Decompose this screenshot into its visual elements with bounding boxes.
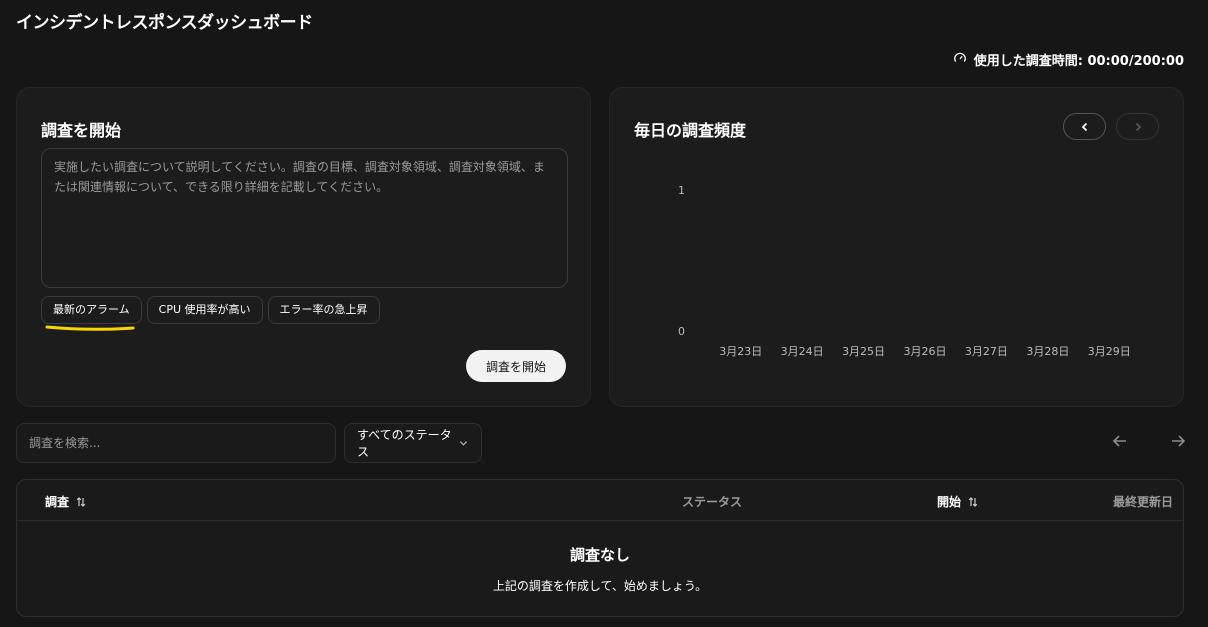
x-tick-label: 3月23日: [719, 345, 762, 358]
suggestion-chips: 最新のアラーム CPU 使用率が高い エラー率の急上昇: [41, 296, 380, 331]
y-tick-label: 0: [678, 325, 685, 338]
x-tick-label: 3月27日: [965, 345, 1008, 358]
chart-prev-button[interactable]: [1063, 113, 1106, 140]
column-investigation[interactable]: 調査: [45, 493, 87, 510]
column-last-updated: 最終更新日: [1113, 493, 1173, 510]
highlight-underline: [45, 325, 135, 331]
table-pager: [1110, 431, 1188, 451]
chip-high-cpu[interactable]: CPU 使用率が高い: [146, 296, 263, 324]
chevron-right-icon: [1135, 122, 1141, 131]
sort-icon: [968, 496, 978, 507]
arrow-right-icon[interactable]: [1168, 431, 1188, 451]
status-filter-label: すべてのステータス: [357, 428, 452, 459]
column-label: 調査: [45, 495, 70, 509]
chip-label: CPU 使用率が高い: [158, 303, 251, 316]
search-input[interactable]: [16, 423, 336, 463]
x-tick-label: 3月26日: [904, 345, 947, 358]
usage-indicator: 使用した調査時間: 00:00/200:00: [953, 50, 1184, 69]
gauge-icon: [953, 51, 967, 69]
x-tick-label: 3月25日: [842, 345, 885, 358]
usage-label: 使用した調査時間: 00:00/200:00: [973, 54, 1184, 69]
chart-next-button[interactable]: [1116, 113, 1159, 140]
x-tick-label: 3月29日: [1088, 345, 1131, 358]
start-investigation-button[interactable]: 調査を開始: [465, 350, 566, 382]
daily-frequency-card: 毎日の調査頻度 1 0 3月23日 3月24日 3月25日 3月26日 3月27日 3月28日…: [609, 87, 1184, 407]
empty-state-subtitle: 上記の調査を作成して、始めましょう。: [492, 579, 708, 593]
column-label: 最終更新日: [1112, 495, 1173, 509]
column-started[interactable]: 開始: [937, 493, 979, 510]
chart-title: 毎日の調査頻度: [634, 121, 747, 140]
status-filter-select[interactable]: すべてのステータス: [344, 423, 482, 463]
arrow-left-icon[interactable]: [1110, 431, 1130, 451]
chevron-left-icon: [1081, 122, 1087, 131]
investigations-table: 調査 ステータス 開始 最終更新日 調査なし 上記の調査を作成して、始めましょう…: [16, 479, 1184, 617]
chip-error-rate-spike[interactable]: エラー率の急上昇: [267, 296, 380, 324]
chip-label: 最新のアラーム: [53, 303, 130, 316]
x-tick-label: 3月24日: [781, 345, 824, 358]
daily-frequency-chart: 1 0 3月23日 3月24日 3月25日 3月26日 3月27日 3月28日 3月29日: [678, 184, 1131, 358]
chip-label: エラー率の急上昇: [279, 303, 368, 316]
table-header: 調査 ステータス 開始 最終更新日: [17, 480, 1183, 521]
chevron-down-icon: [459, 441, 468, 446]
start-investigation-card: 調査を開始 最新のアラーム CPU 使用率が高い エラー率の急上昇 調査を開始: [16, 87, 591, 407]
x-tick-label: 3月28日: [1026, 345, 1069, 358]
column-status: ステータス: [682, 493, 742, 510]
chip-latest-alarm[interactable]: 最新のアラーム: [41, 296, 142, 331]
start-card-title: 調査を開始: [41, 121, 122, 140]
sort-icon: [76, 496, 86, 507]
page-title: インシデントレスポンスダッシュボード: [16, 13, 313, 33]
investigation-description-input[interactable]: [41, 148, 568, 288]
chart-nav: [1063, 113, 1159, 140]
empty-state-title: 調査なし: [569, 546, 630, 564]
y-tick-label: 1: [678, 184, 685, 197]
column-label: 開始: [937, 495, 962, 509]
column-label: ステータス: [682, 495, 743, 509]
